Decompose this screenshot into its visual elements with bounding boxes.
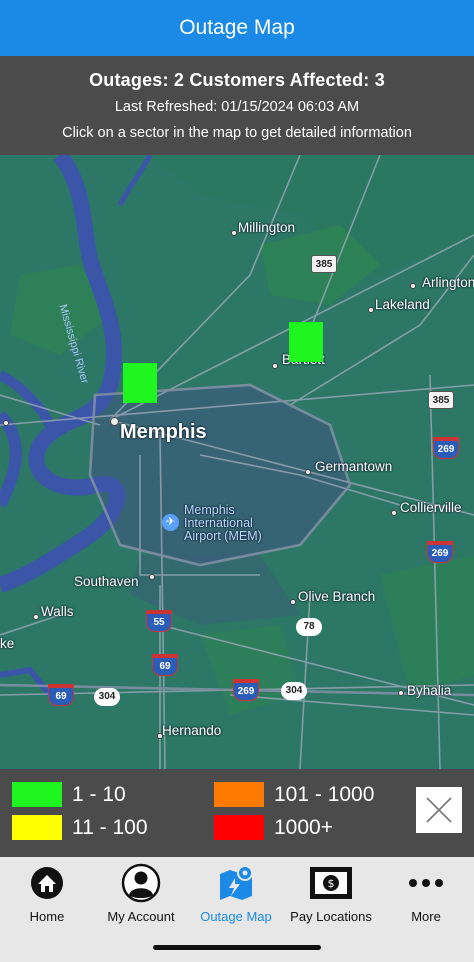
home-indicator bbox=[153, 945, 321, 950]
outage-sector[interactable] bbox=[289, 322, 323, 362]
last-refreshed: Last Refreshed: 01/15/2024 06:03 AM bbox=[114, 99, 360, 115]
outage-sector[interactable] bbox=[123, 363, 157, 403]
outage-summary: Outages: 2 Customers Affected: 3 Last Re… bbox=[0, 56, 474, 155]
place-collierville: Collierville bbox=[400, 500, 462, 515]
legend-label: 11 - 100 bbox=[72, 815, 148, 839]
place-walls: Walls bbox=[41, 604, 74, 619]
place-olive-branch: Olive Branch bbox=[298, 589, 376, 604]
highway-shield: 385 bbox=[428, 391, 454, 409]
map-icon bbox=[220, 865, 253, 900]
customers-value: 3 bbox=[374, 70, 385, 90]
highway-shield: 269 bbox=[433, 437, 459, 459]
legend-swatch bbox=[214, 782, 264, 807]
place-partial-label: ke bbox=[0, 636, 15, 651]
legend-label: 1000+ bbox=[274, 815, 333, 839]
place-dot bbox=[149, 574, 155, 580]
outages-value: 2 bbox=[173, 70, 185, 90]
highway-shield: 385 bbox=[311, 255, 337, 273]
tab-more[interactable]: More bbox=[379, 863, 473, 924]
outage-legend: 1 - 10 11 - 100 101 - 1000 1000+ bbox=[0, 769, 474, 857]
place-dot bbox=[368, 307, 374, 313]
page-title: Outage Map bbox=[179, 16, 295, 39]
place-memphis: Memphis bbox=[120, 421, 207, 443]
place-dot bbox=[3, 420, 9, 426]
airport-icon: ✈ bbox=[162, 514, 179, 531]
highway-shield: 304 bbox=[281, 682, 307, 700]
highway-shield: 69 bbox=[152, 654, 178, 676]
place-dot bbox=[305, 469, 311, 475]
legend-label: 1 - 10 bbox=[72, 782, 126, 806]
place-dot bbox=[272, 363, 278, 369]
place-dot bbox=[398, 690, 404, 696]
place-arlington: Arlington bbox=[422, 275, 474, 290]
outage-counts: Outages: 2 Customers Affected: 3 bbox=[0, 70, 474, 91]
tab-home[interactable]: Home bbox=[0, 863, 94, 924]
map-background bbox=[0, 155, 474, 769]
tab-label: Home bbox=[29, 909, 65, 924]
place-dot bbox=[410, 283, 416, 289]
place-germantown: Germantown bbox=[315, 459, 393, 474]
tab-label: Outage Map bbox=[200, 909, 272, 924]
city-dot bbox=[110, 417, 119, 426]
place-southaven: Southaven bbox=[74, 574, 139, 589]
tab-pay-locations[interactable]: $ Pay Locations bbox=[284, 863, 378, 924]
legend-swatch bbox=[12, 782, 62, 807]
outages-label: Outages: bbox=[89, 70, 169, 90]
place-hernando: Hernando bbox=[162, 723, 222, 738]
place-dot bbox=[33, 614, 39, 620]
legend-label: 101 - 1000 bbox=[274, 782, 375, 806]
tab-label: More bbox=[411, 909, 441, 924]
legend-swatch bbox=[12, 815, 62, 840]
place-airport: Memphis International Airport (MEM) bbox=[184, 503, 262, 543]
tab-outage-map[interactable]: Outage Map bbox=[189, 863, 283, 924]
account-icon bbox=[121, 863, 161, 903]
place-millington: Millington bbox=[238, 220, 296, 235]
map-hint: Click on a sector in the map to get deta… bbox=[62, 125, 412, 141]
more-icon bbox=[409, 879, 443, 887]
money-icon: $ bbox=[310, 867, 352, 899]
highway-shield: 55 bbox=[146, 610, 172, 632]
close-x-icon bbox=[426, 797, 452, 823]
outage-map[interactable]: Mississippi River Millington Arlington L… bbox=[0, 155, 474, 769]
legend-close-button[interactable] bbox=[416, 787, 462, 833]
highway-shield: 269 bbox=[233, 679, 259, 701]
tab-my-account[interactable]: My Account bbox=[94, 863, 188, 924]
legend-swatch bbox=[214, 815, 264, 840]
highway-shield: 69 bbox=[48, 684, 74, 706]
place-dot bbox=[391, 510, 397, 516]
title-bar: Outage Map bbox=[0, 0, 474, 56]
place-dot bbox=[290, 599, 296, 605]
highway-shield: 269 bbox=[427, 541, 453, 563]
legend-item: 1000+ bbox=[214, 815, 333, 840]
place-dot bbox=[231, 230, 237, 236]
legend-item: 11 - 100 bbox=[12, 815, 148, 840]
customers-label: Customers Affected: bbox=[189, 70, 370, 90]
legend-item: 101 - 1000 bbox=[214, 782, 374, 807]
tab-label: Pay Locations bbox=[290, 909, 372, 924]
place-byhalia: Byhalia bbox=[407, 683, 452, 698]
svg-text:$: $ bbox=[328, 877, 335, 890]
highway-shield: 304 bbox=[94, 688, 120, 706]
tab-label: My Account bbox=[107, 909, 175, 924]
home-icon bbox=[31, 867, 63, 899]
legend-item: 1 - 10 bbox=[12, 782, 126, 807]
place-lakeland: Lakeland bbox=[375, 297, 430, 312]
highway-shield: 78 bbox=[296, 618, 322, 636]
